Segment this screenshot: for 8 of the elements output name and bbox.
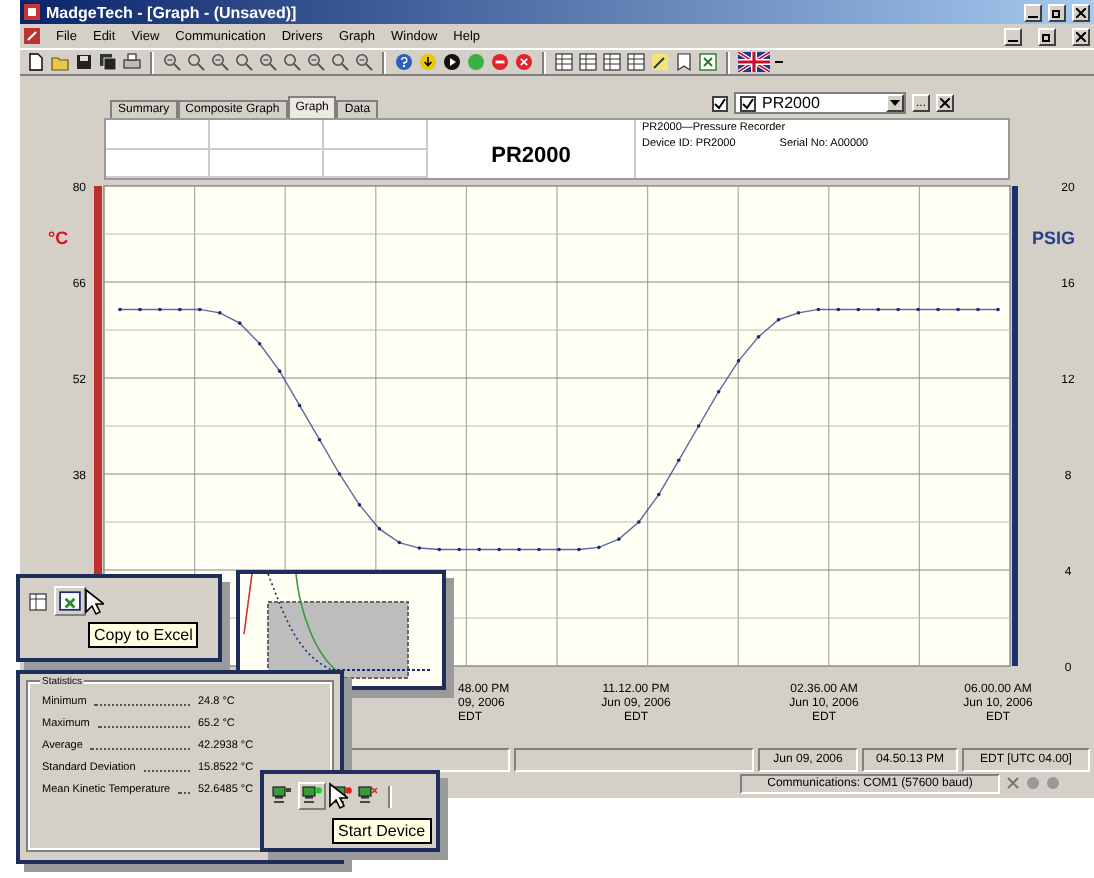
right-unit: PSIG (1032, 228, 1076, 248)
graph-title: PR2000 (428, 120, 636, 178)
dropdown-value: PR2000 (761, 94, 822, 112)
device-dropdown[interactable]: PR2000 (733, 92, 906, 114)
tooltip: Start Device (332, 818, 432, 844)
left-unit: °C (48, 228, 69, 248)
window-title: MadgeTech - [Graph - (Unsaved)] (46, 3, 297, 21)
tooltip: Copy to Excel (88, 622, 199, 648)
